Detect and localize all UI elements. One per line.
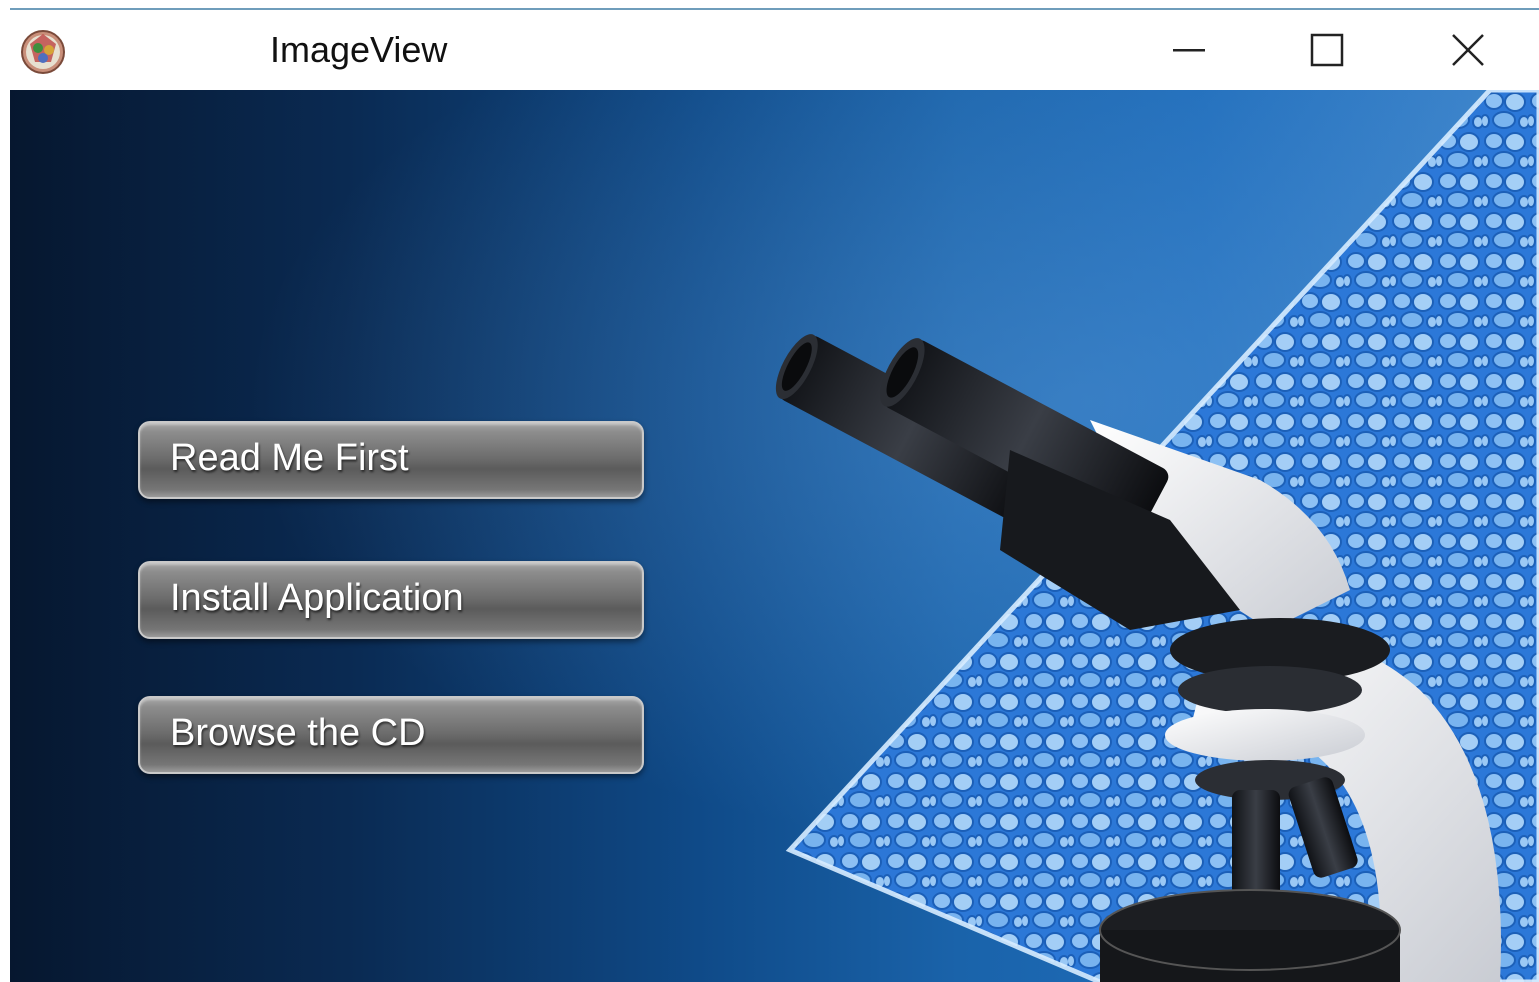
splash-area: Read Me First Install Application Browse… bbox=[10, 90, 1539, 982]
install-application-label: Install Application bbox=[170, 577, 464, 619]
browse-the-cd-label: Browse the CD bbox=[170, 712, 426, 754]
maximize-button[interactable] bbox=[1267, 10, 1387, 90]
browse-the-cd-button[interactable]: Browse the CD bbox=[138, 696, 644, 774]
microscope-artwork bbox=[775, 90, 1539, 982]
read-me-first-label: Read Me First bbox=[170, 437, 409, 479]
maximize-icon bbox=[1310, 33, 1344, 67]
minimize-icon bbox=[1173, 49, 1205, 52]
installer-window: ImageView Read Me First Install Applicat… bbox=[10, 8, 1539, 982]
window-title: ImageView bbox=[270, 29, 448, 70]
close-icon bbox=[1452, 34, 1484, 66]
app-icon bbox=[21, 30, 65, 74]
read-me-first-button[interactable]: Read Me First bbox=[138, 421, 644, 499]
install-application-button[interactable]: Install Application bbox=[138, 561, 644, 639]
close-button[interactable] bbox=[1408, 10, 1528, 90]
title-bar[interactable]: ImageView bbox=[10, 10, 1539, 90]
minimize-button[interactable] bbox=[1129, 10, 1249, 90]
